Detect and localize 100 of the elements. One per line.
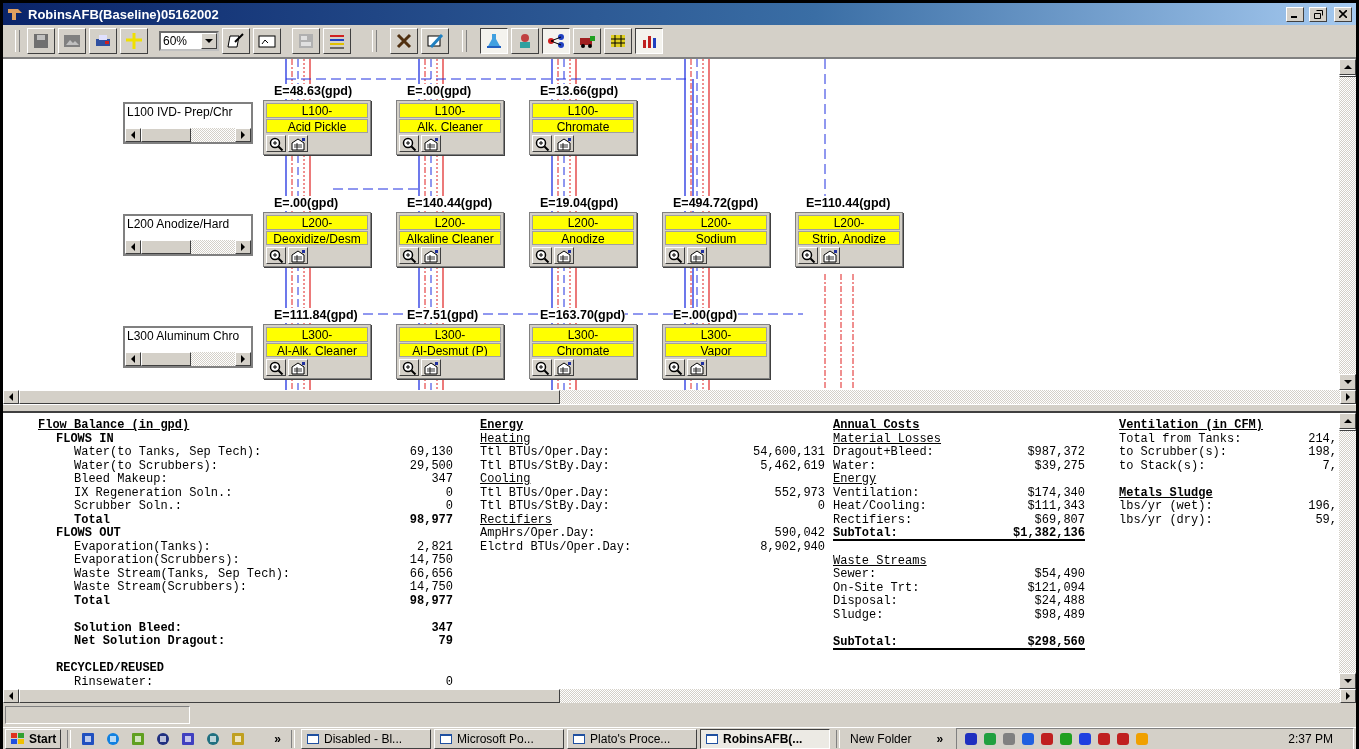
details-button[interactable] (554, 135, 574, 152)
toolbar-button[interactable] (27, 28, 55, 54)
tank-name: Chromate (532, 342, 634, 357)
toolbar-button[interactable] (120, 28, 148, 54)
scroll-thumb[interactable] (1339, 429, 1356, 431)
scroll-right-button[interactable] (235, 352, 251, 366)
process-line-panel[interactable]: L100 IVD- Prep/Chr (123, 102, 253, 144)
scroll-right-button[interactable] (1340, 390, 1356, 404)
details-button[interactable] (820, 247, 840, 264)
toggle-button[interactable] (542, 28, 570, 54)
zoom-button[interactable] (665, 359, 685, 376)
zoom-dropdown[interactable]: 60% (159, 31, 219, 51)
tank-node[interactable]: L100- Acid Pickle (263, 100, 371, 155)
toolbar-button[interactable] (222, 28, 250, 54)
scroll-down-button[interactable] (1339, 374, 1356, 390)
tank-node[interactable]: L200- Strip, Anodize (795, 212, 903, 267)
details-button[interactable] (421, 135, 441, 152)
scroll-thumb[interactable] (141, 240, 192, 254)
vertical-scrollbar[interactable] (1339, 59, 1356, 390)
scroll-left-button[interactable] (125, 352, 141, 366)
zoom-button[interactable] (266, 359, 286, 376)
zoom-button[interactable] (798, 247, 818, 264)
details-button[interactable] (288, 135, 308, 152)
horizontal-scrollbar[interactable] (3, 390, 1356, 404)
tank-node[interactable]: L300- Al-Alk. Cleaner (263, 324, 371, 379)
tank-node[interactable]: L200- Alkaline Cleaner (396, 212, 504, 267)
scroll-left-button[interactable] (125, 128, 141, 142)
more-button[interactable]: » (932, 732, 948, 746)
zoom-button[interactable] (532, 135, 552, 152)
horizontal-scrollbar[interactable] (125, 352, 251, 366)
scroll-left-button[interactable] (3, 689, 19, 703)
tray-icon[interactable] (1020, 731, 1037, 747)
tank-node[interactable]: L100- Alk. Cleaner (396, 100, 504, 155)
zoom-button[interactable] (665, 247, 685, 264)
process-line-panel[interactable]: L300 Aluminum Chro (123, 326, 253, 368)
tray-icon[interactable] (1115, 731, 1132, 747)
toolbar-button[interactable] (89, 28, 117, 54)
horizontal-scrollbar[interactable] (3, 689, 1356, 703)
scroll-right-button[interactable] (1340, 689, 1356, 703)
details-button[interactable] (421, 359, 441, 376)
folder-toolbar-label[interactable]: New Folder (850, 732, 912, 746)
scroll-left-button[interactable] (125, 240, 141, 254)
scroll-thumb[interactable] (141, 352, 192, 366)
toolbar-button[interactable] (58, 28, 86, 54)
toolbar-button[interactable] (421, 28, 449, 54)
tray-icon[interactable] (1096, 731, 1113, 747)
vertical-scrollbar[interactable] (1339, 413, 1356, 689)
details-button[interactable] (288, 359, 308, 376)
scroll-right-button[interactable] (235, 240, 251, 254)
tray-icon[interactable] (1039, 731, 1056, 747)
tray-icon[interactable] (1077, 731, 1094, 747)
scroll-up-button[interactable] (1339, 59, 1356, 75)
scroll-thumb[interactable] (19, 689, 561, 703)
toggle-button[interactable] (480, 28, 508, 54)
details-button[interactable] (554, 359, 574, 376)
minimize-button[interactable] (1286, 6, 1304, 22)
tank-node[interactable]: L200- Sodium (662, 212, 770, 267)
tray-icon[interactable] (1001, 731, 1018, 747)
scroll-right-button[interactable] (235, 128, 251, 142)
zoom-button[interactable] (266, 247, 286, 264)
toolbar-button[interactable] (390, 28, 418, 54)
more-button[interactable]: » (270, 732, 286, 746)
tank-node[interactable]: L300- Al-Desmut (P) (396, 324, 504, 379)
toggle-button[interactable] (635, 28, 663, 54)
details-button[interactable] (421, 247, 441, 264)
tank-node[interactable]: L300- Vapor (662, 324, 770, 379)
scroll-left-button[interactable] (3, 390, 19, 404)
zoom-button[interactable] (532, 359, 552, 376)
scroll-up-button[interactable] (1339, 413, 1356, 429)
zoom-button[interactable] (399, 135, 419, 152)
horizontal-scrollbar[interactable] (125, 240, 251, 254)
toolbar-button[interactable] (292, 28, 320, 54)
zoom-button[interactable] (532, 247, 552, 264)
restore-button[interactable] (1309, 6, 1327, 22)
details-button[interactable] (687, 247, 707, 264)
scroll-down-button[interactable] (1339, 673, 1356, 689)
scroll-thumb[interactable] (141, 128, 192, 142)
details-button[interactable] (554, 247, 574, 264)
taskbar-button[interactable]: Disabled - Bl... (301, 729, 432, 749)
tank-node[interactable]: L200- Anodize (529, 212, 637, 267)
zoom-button[interactable] (266, 135, 286, 152)
scroll-thumb[interactable] (19, 390, 561, 404)
start-button[interactable]: Start (5, 729, 62, 749)
details-button[interactable] (687, 359, 707, 376)
scroll-thumb[interactable] (1339, 75, 1356, 77)
taskbar-button[interactable]: RobinsAFB(... (700, 729, 831, 749)
taskbar-button[interactable]: Plato's Proce... (567, 729, 698, 749)
tank-node[interactable]: L300- Chromate (529, 324, 637, 379)
details-button[interactable] (288, 247, 308, 264)
toolbar-button[interactable] (323, 28, 351, 54)
tray-icon[interactable] (963, 731, 980, 747)
process-line-panel[interactable]: L200 Anodize/Hard (123, 214, 253, 256)
close-button[interactable] (1334, 6, 1352, 22)
tank-node[interactable]: L200- Deoxidize/Desm (263, 212, 371, 267)
tank-node[interactable]: L100- Chromate (529, 100, 637, 155)
toolbar-button[interactable] (253, 28, 281, 54)
zoom-button[interactable] (399, 359, 419, 376)
horizontal-scrollbar[interactable] (125, 128, 251, 142)
zoom-button[interactable] (399, 247, 419, 264)
taskbar-button[interactable]: Microsoft Po... (434, 729, 565, 749)
